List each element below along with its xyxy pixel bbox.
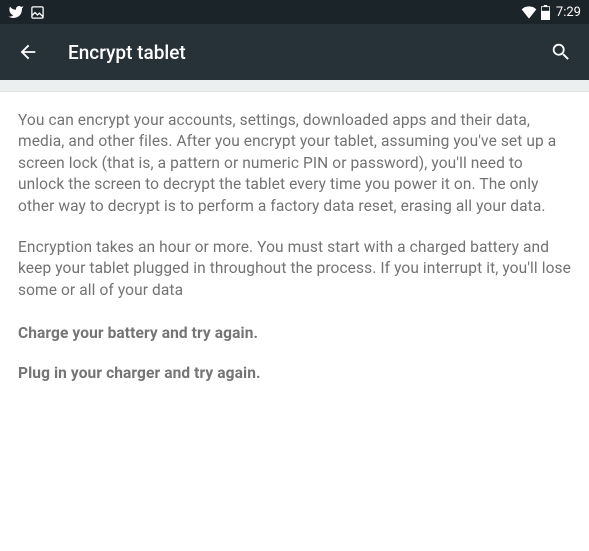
description-paragraph-1: You can encrypt your accounts, settings,…	[18, 110, 571, 217]
page-title: Encrypt tablet	[68, 41, 549, 64]
content-area: You can encrypt your accounts, settings,…	[0, 92, 589, 551]
twitter-icon	[8, 4, 24, 20]
status-bar: 7:29	[0, 0, 589, 24]
search-button[interactable]	[549, 40, 573, 64]
wifi-icon	[521, 5, 537, 19]
image-icon	[30, 5, 45, 20]
status-left	[8, 4, 45, 20]
description-paragraph-2: Encryption takes an hour or more. You mu…	[18, 237, 571, 301]
search-icon	[550, 41, 572, 63]
warning-charger: Plug in your charger and try again.	[18, 363, 571, 385]
status-right: 7:29	[521, 5, 581, 20]
warning-battery: Charge your battery and try again.	[18, 323, 571, 345]
battery-icon	[541, 5, 550, 20]
back-button[interactable]	[16, 40, 40, 64]
app-bar: Encrypt tablet	[0, 24, 589, 80]
back-arrow-icon	[17, 41, 39, 63]
status-time: 7:29	[556, 5, 581, 20]
subheader-divider	[0, 80, 589, 92]
